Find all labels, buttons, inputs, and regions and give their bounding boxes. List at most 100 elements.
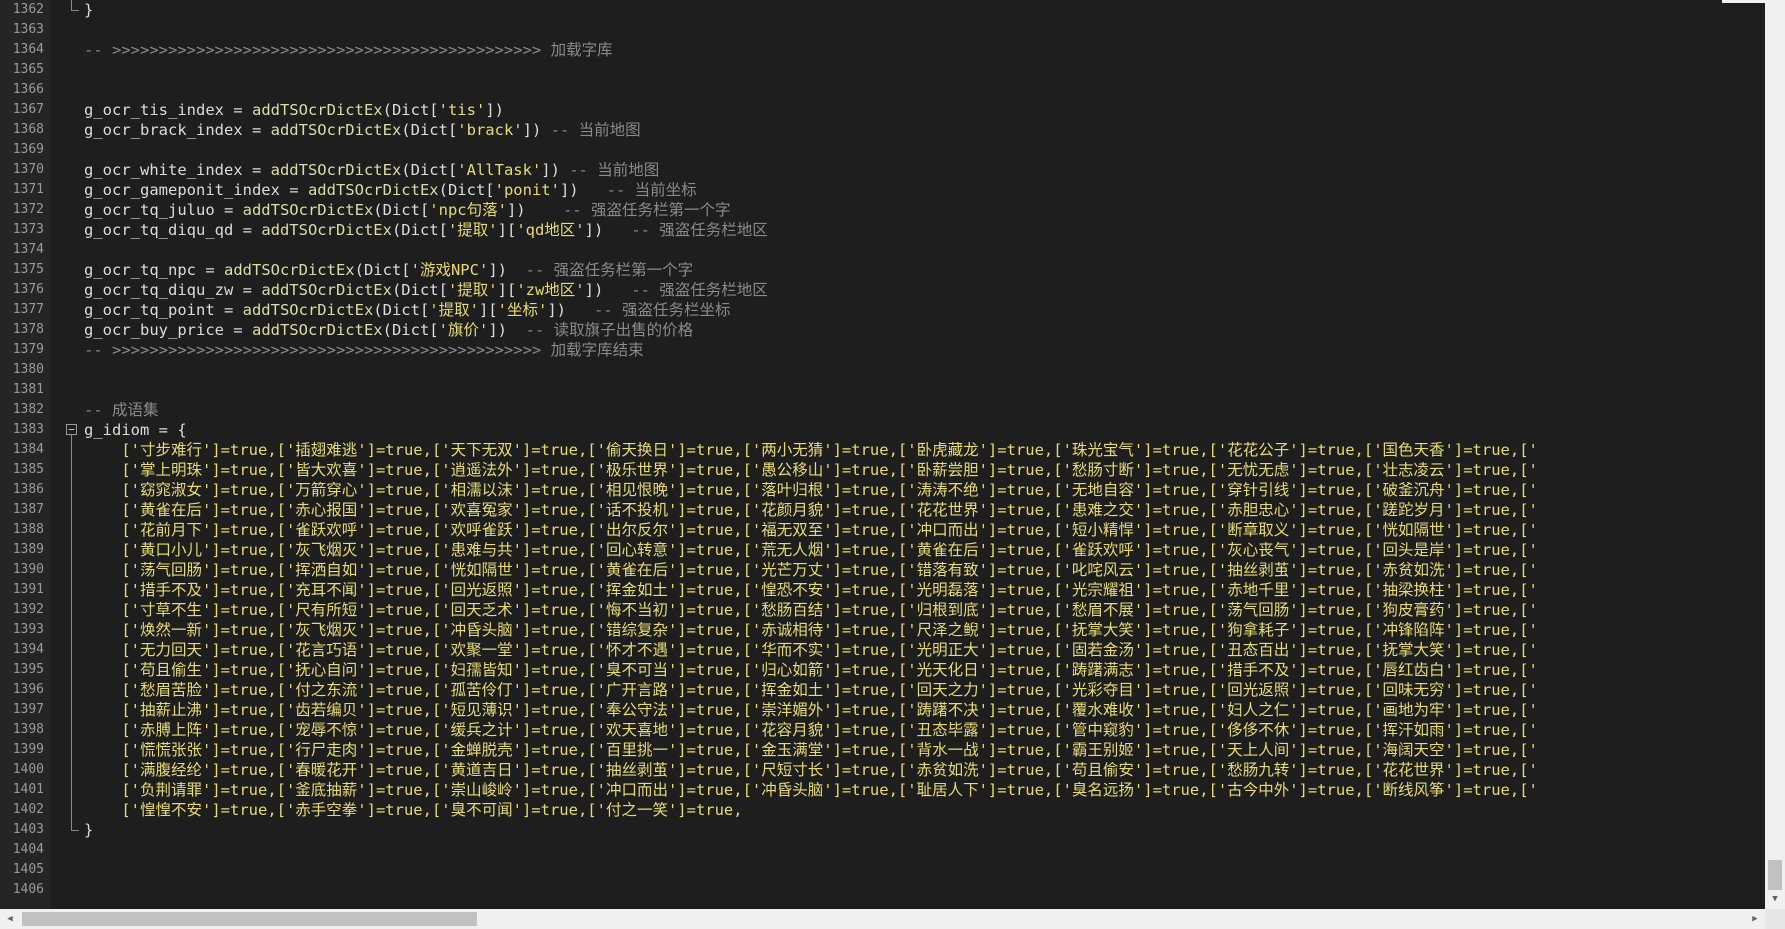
code-line[interactable]: -- 成语集: [84, 400, 159, 420]
fold-collapse-icon[interactable]: −: [66, 424, 77, 435]
code-line[interactable]: ['窈窕淑女']=true,['万箭穿心']=true,['相濡以沫']=tru…: [84, 480, 1538, 500]
code-token: ['赤膊上阵']=true,['宠辱不惊']=true,['缓兵之计']=tru…: [84, 721, 1538, 739]
code-token: ['慌慌张张']=true,['行尸走肉']=true,['金蝉脱壳']=tru…: [84, 741, 1538, 759]
code-token: g_ocr_gameponit_index =: [84, 181, 308, 199]
code-token: '提取': [447, 281, 498, 299]
code-token: ]): [584, 281, 632, 299]
code-line[interactable]: }: [84, 820, 93, 840]
line-number: 1374: [12, 242, 44, 257]
code-token: ['满腹经纶']=true,['春暖花开']=true,['黄道吉日']=tru…: [84, 761, 1538, 779]
fold-guide: [71, 0, 72, 10]
code-token: (Dict[: [438, 181, 495, 199]
line-number: 1372: [12, 202, 44, 217]
line-number: 1400: [12, 762, 44, 777]
horizontal-scroll-thumb[interactable]: [22, 912, 477, 926]
code-line[interactable]: g_ocr_tq_diqu_qd = addTSOcrDictEx(Dict['…: [84, 220, 768, 240]
code-token: ]): [559, 181, 607, 199]
code-line[interactable]: g_ocr_tis_index = addTSOcrDictEx(Dict['t…: [84, 100, 504, 120]
vertical-scroll-thumb[interactable]: [1768, 860, 1782, 890]
code-line[interactable]: ['黄口小儿']=true,['灰飞烟灭']=true,['患难与共']=tru…: [84, 540, 1538, 560]
code-token: ['黄雀在后']=true,['赤心报国']=true,['欢喜冤家']=tru…: [84, 501, 1538, 519]
code-editor[interactable]: 1362 1363 1364 1365 1366 1367 1368 1369 1370 1371…: [0, 0, 1765, 909]
code-token: ['寸草不生']=true,['尺有所短']=true,['回天乏术']=tru…: [84, 601, 1538, 619]
code-token: -- 当前坐标: [606, 181, 697, 199]
code-token: ['抽薪止沸']=true,['齿若编贝']=true,['短见薄识']=tru…: [84, 701, 1538, 719]
line-number: 1380: [12, 362, 44, 377]
code-line[interactable]: -- >>>>>>>>>>>>>>>>>>>>>>>>>>>>>>>>>>>>>…: [84, 40, 613, 60]
code-token: ]): [488, 321, 526, 339]
code-line[interactable]: ['寸步难行']=true,['插翅难逃']=true,['天下无双']=tru…: [84, 440, 1538, 460]
code-line[interactable]: ['寸草不生']=true,['尺有所短']=true,['回天乏术']=tru…: [84, 600, 1538, 620]
code-line[interactable]: ['抽薪止沸']=true,['齿若编贝']=true,['短见薄识']=tru…: [84, 700, 1538, 720]
line-number: 1392: [12, 602, 44, 617]
scroll-left-arrow-icon[interactable]: ◀: [0, 909, 20, 929]
line-number: 1370: [12, 162, 44, 177]
code-line[interactable]: ['焕然一新']=true,['灰飞烟灭']=true,['冲昏头脑']=tru…: [84, 620, 1538, 640]
window-edge: [1722, 0, 1765, 3]
line-number: 1386: [12, 482, 44, 497]
scroll-right-arrow-icon[interactable]: ▶: [1745, 909, 1765, 929]
code-token: -- 当前地图: [550, 121, 641, 139]
line-number: 1382: [12, 402, 44, 417]
line-number: 1362: [12, 2, 44, 17]
code-token: (Dict[: [373, 201, 430, 219]
code-line[interactable]: }: [84, 0, 93, 20]
line-number: 1388: [12, 522, 44, 537]
code-token: addTSOcrDictEx: [270, 161, 402, 179]
code-token: -- 强盗任务栏第一个字: [525, 261, 694, 279]
code-line[interactable]: g_idiom = {: [84, 420, 187, 440]
code-line[interactable]: ['赤膊上阵']=true,['宠辱不惊']=true,['缓兵之计']=tru…: [84, 720, 1538, 740]
vertical-scrollbar[interactable]: [1765, 0, 1785, 909]
code-line[interactable]: g_ocr_tq_npc = addTSOcrDictEx(Dict['游戏NP…: [84, 260, 693, 280]
code-line[interactable]: ['花前月下']=true,['雀跃欢呼']=true,['欢呼雀跃']=tru…: [84, 520, 1538, 540]
code-token: (Dict[: [382, 101, 439, 119]
fold-end-marker: [71, 10, 79, 11]
code-line[interactable]: ['愁眉苦脸']=true,['付之东流']=true,['孤苦伶仃']=tru…: [84, 680, 1538, 700]
code-line[interactable]: ['慌慌张张']=true,['行尸走肉']=true,['金蝉脱壳']=tru…: [84, 740, 1538, 760]
code-line[interactable]: ['无力回天']=true,['花言巧语']=true,['欢聚一堂']=tru…: [84, 640, 1538, 660]
code-token: -- 强盗任务栏第一个字: [562, 201, 731, 219]
line-number: 1377: [12, 302, 44, 317]
scroll-down-arrow-icon[interactable]: ▼: [1765, 889, 1785, 909]
code-token: addTSOcrDictEx: [270, 121, 402, 139]
code-token: 'ponit': [494, 181, 560, 199]
code-token: ]): [541, 161, 570, 179]
code-token: ]): [488, 261, 526, 279]
code-line[interactable]: g_ocr_tq_point = addTSOcrDictEx(Dict['提取…: [84, 300, 730, 320]
code-token: -- >>>>>>>>>>>>>>>>>>>>>>>>>>>>>>>>>>>>>…: [84, 41, 613, 59]
code-line[interactable]: g_ocr_white_index = addTSOcrDictEx(Dict[…: [84, 160, 659, 180]
code-line[interactable]: -- >>>>>>>>>>>>>>>>>>>>>>>>>>>>>>>>>>>>>…: [84, 340, 644, 360]
code-token: addTSOcrDictEx: [242, 301, 374, 319]
code-token: ['负荆请罪']=true,['釜底抽薪']=true,['崇山峻岭']=tru…: [84, 781, 1538, 799]
code-token: g_idiom = {: [84, 421, 187, 439]
code-line[interactable]: g_ocr_brack_index = addTSOcrDictEx(Dict[…: [84, 120, 641, 140]
code-line[interactable]: g_ocr_tq_diqu_zw = addTSOcrDictEx(Dict['…: [84, 280, 768, 300]
code-token: ['寸步难行']=true,['插翅难逃']=true,['天下无双']=tru…: [84, 441, 1538, 459]
code-token: (Dict[: [354, 261, 411, 279]
code-line[interactable]: ['苟且偷生']=true,['抚心自问']=true,['妇孺皆知']=tru…: [84, 660, 1538, 680]
code-line[interactable]: g_ocr_gameponit_index = addTSOcrDictEx(D…: [84, 180, 697, 200]
line-number: 1363: [12, 22, 44, 37]
code-token: }: [84, 1, 94, 19]
code-line[interactable]: ['掌上明珠']=true,['皆大欢喜']=true,['逍遥法外']=tru…: [84, 460, 1538, 480]
code-line[interactable]: ['黄雀在后']=true,['赤心报国']=true,['欢喜冤家']=tru…: [84, 500, 1538, 520]
code-line[interactable]: ['负荆请罪']=true,['釜底抽薪']=true,['崇山峻岭']=tru…: [84, 780, 1538, 800]
code-token: ['惶惶不安']=true,['赤手空拳']=true,['臭不可闻']=tru…: [84, 801, 743, 819]
line-number: 1403: [12, 822, 44, 837]
code-line[interactable]: ['惶惶不安']=true,['赤手空拳']=true,['臭不可闻']=tru…: [84, 800, 743, 820]
line-number: 1371: [12, 182, 44, 197]
line-number: 1391: [12, 582, 44, 597]
code-line[interactable]: g_ocr_tq_juluo = addTSOcrDictEx(Dict['np…: [84, 200, 730, 220]
line-number: 1396: [12, 682, 44, 697]
code-line[interactable]: g_ocr_buy_price = addTSOcrDictEx(Dict['旗…: [84, 320, 693, 340]
code-line[interactable]: ['荡气回肠']=true,['挥洒自如']=true,['恍如隔世']=tru…: [84, 560, 1538, 580]
line-number: 1405: [12, 862, 44, 877]
line-number: 1397: [12, 702, 44, 717]
code-line[interactable]: ['满腹经纶']=true,['春暖花开']=true,['黄道吉日']=tru…: [84, 760, 1538, 780]
code-line[interactable]: ['措手不及']=true,['充耳不闻']=true,['回光返照']=tru…: [84, 580, 1538, 600]
code-token: '提取': [429, 301, 479, 319]
line-number: 1404: [12, 842, 44, 857]
code-token: g_ocr_buy_price =: [84, 321, 252, 339]
code-token: ]): [506, 201, 563, 219]
line-number: 1367: [12, 102, 44, 117]
